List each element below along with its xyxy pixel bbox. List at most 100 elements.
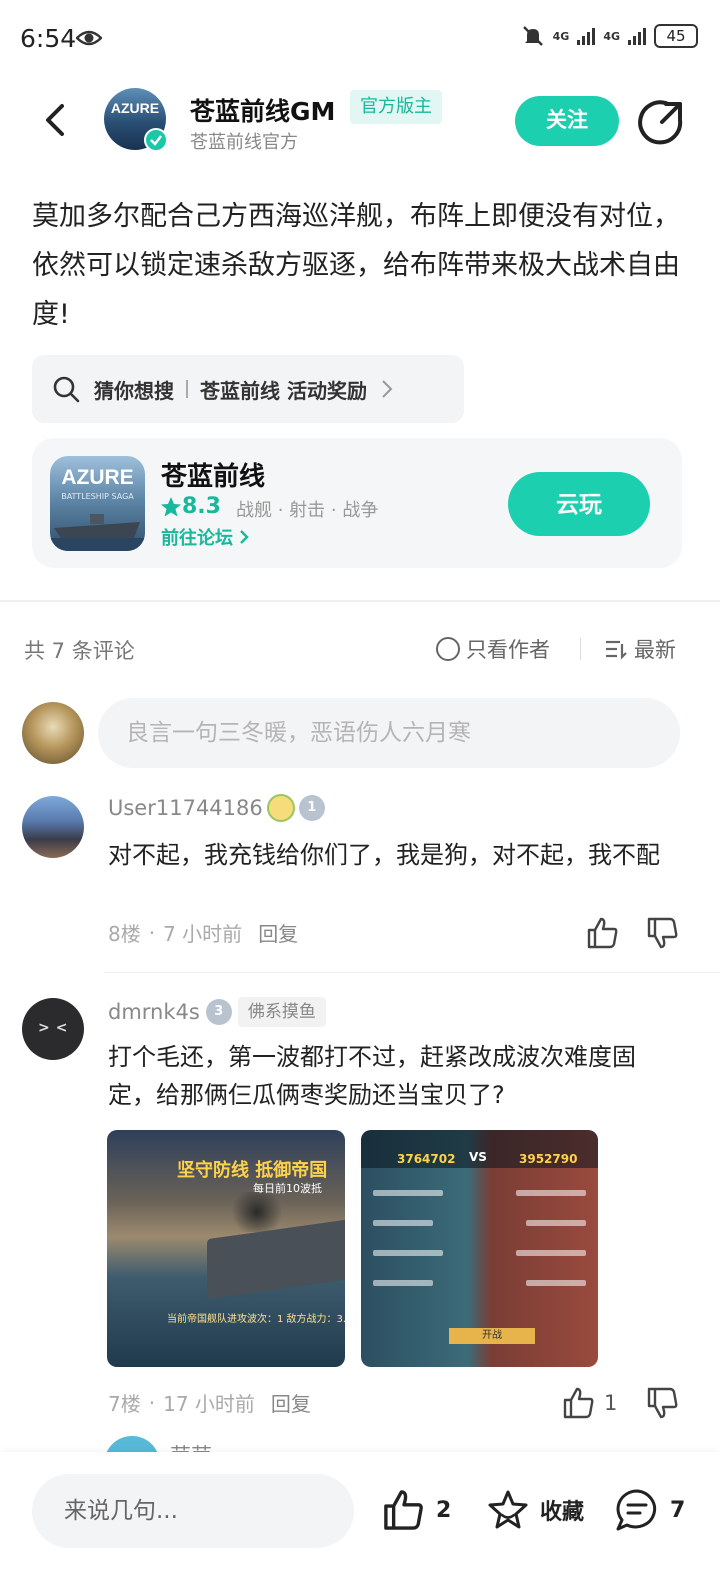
back-icon[interactable] bbox=[36, 100, 76, 140]
quick-comment-input[interactable] bbox=[32, 1474, 354, 1548]
comment-text: 打个毛还，第一波都打不过，赶紧改成波次难度固定，给那俩仨瓜俩枣奖励还当宝贝了? bbox=[108, 1043, 636, 1109]
comment-icon bbox=[616, 1489, 657, 1531]
comment-image[interactable]: 坚守防线 抵御帝国 每日前10波抵 当前帝国舰队进攻波次：1 敌方战力：3.1万 bbox=[107, 1130, 345, 1367]
network-type-1: 4G bbox=[552, 29, 570, 43]
author-subtitle: 苍蓝前线官方 bbox=[190, 132, 298, 153]
comment-meta-row: 7楼 · 17 小时前 回复 bbox=[108, 1388, 311, 1417]
comment-total: 7 bbox=[670, 1497, 686, 1523]
fleet-row bbox=[516, 1250, 586, 1256]
status-bar: 6:54 4G 4G 45 bbox=[0, 0, 720, 80]
level-badge-icon: 1 bbox=[298, 795, 325, 821]
header-separator bbox=[580, 638, 581, 660]
level-badge-icon: 3 bbox=[205, 999, 232, 1025]
reply-button[interactable]: 回复 bbox=[258, 918, 298, 947]
emoji-badge-icon bbox=[266, 794, 295, 822]
star-icon bbox=[161, 497, 181, 517]
mute-icon bbox=[522, 26, 543, 46]
author-only-label: 只看作者 bbox=[466, 638, 550, 662]
radio-icon bbox=[436, 637, 460, 661]
thumb-up-icon bbox=[563, 1387, 594, 1419]
moderator-badge: 官方版主 bbox=[350, 90, 442, 124]
search-suggestion[interactable]: 猜你想搜 苍蓝前线 活动奖励 bbox=[32, 355, 464, 423]
author-name[interactable]: 苍蓝前线GM bbox=[190, 92, 335, 128]
image-smoke bbox=[227, 1192, 287, 1232]
game-icon-logo: AZURE bbox=[61, 466, 134, 489]
battle-button: 开战 bbox=[449, 1328, 535, 1344]
comment-count: 共 7 条评论 bbox=[24, 639, 135, 663]
thumb-down-icon[interactable] bbox=[646, 1386, 680, 1420]
thumb-down-icon[interactable] bbox=[646, 916, 680, 950]
left-power: 3764702 bbox=[397, 1152, 456, 1166]
game-icon-sub: BATTLESHIP SAGA bbox=[61, 492, 134, 501]
sort-icon bbox=[606, 640, 627, 660]
eye-icon bbox=[76, 30, 102, 46]
commenter-avatar[interactable]: >< bbox=[22, 998, 84, 1060]
comment-floor: 7楼 bbox=[108, 1392, 141, 1416]
battery-indicator: 45 bbox=[654, 24, 698, 48]
game-tags: 战舰 · 射击 · 战争 bbox=[236, 500, 379, 521]
fleet-row bbox=[373, 1250, 443, 1256]
fleet-row bbox=[373, 1280, 433, 1286]
author-avatar-logo: AZURE bbox=[110, 100, 160, 116]
comment-meta-row: 8楼 · 7 小时前 回复 bbox=[108, 918, 298, 947]
status-indicators: 4G 4G 45 bbox=[521, 24, 698, 48]
comment-input[interactable] bbox=[98, 698, 680, 768]
comment-text: 对不起，我充钱给你们了，我是狗，对不起，我不配 bbox=[108, 841, 660, 869]
comment-divider bbox=[104, 972, 720, 973]
network-type-2: 4G bbox=[603, 29, 620, 43]
thumb-up-icon[interactable] bbox=[586, 916, 620, 950]
signal-bars-2 bbox=[628, 27, 646, 45]
vs-label: VS bbox=[469, 1150, 487, 1164]
commenter-name[interactable]: dmrnk4s bbox=[108, 1000, 200, 1024]
game-icon[interactable]: AZURE BATTLESHIP SAGA bbox=[50, 456, 145, 551]
meta-dot: · bbox=[148, 1390, 156, 1415]
signal-bars-1 bbox=[577, 27, 596, 45]
sort-latest-label: 最新 bbox=[634, 638, 676, 662]
forum-link[interactable]: 前往论坛 bbox=[161, 524, 249, 550]
chevron-right-icon bbox=[382, 380, 393, 398]
thumb-up-icon bbox=[384, 1490, 423, 1530]
fleet-row bbox=[526, 1220, 586, 1226]
comment-image[interactable]: 3764702 VS 3952790 开战 bbox=[361, 1130, 598, 1367]
reply-button[interactable]: 回复 bbox=[271, 1388, 311, 1417]
commenter-name[interactable]: User11744186 bbox=[108, 796, 263, 820]
follow-button[interactable]: 关注 bbox=[515, 96, 619, 146]
sort-latest-button[interactable]: 最新 bbox=[604, 634, 676, 664]
cloud-play-button[interactable]: 云玩 bbox=[508, 472, 650, 536]
favorite-label: 收藏 bbox=[540, 1500, 585, 1525]
image-banner: 坚守防线 抵御帝国 bbox=[177, 1160, 328, 1181]
like-post-button[interactable]: 2 bbox=[382, 1488, 451, 1532]
favorite-button[interactable]: 收藏 bbox=[486, 1488, 584, 1532]
right-power: 3952790 bbox=[519, 1152, 578, 1166]
fleet-row bbox=[373, 1220, 433, 1226]
fleet-row bbox=[373, 1190, 443, 1196]
forum-link-label: 前往论坛 bbox=[161, 528, 233, 549]
like-count: 1 bbox=[604, 1391, 618, 1415]
verified-icon bbox=[144, 128, 168, 152]
search-separator bbox=[186, 380, 188, 398]
post-body: 莫加多尔配合己方西海巡洋舰，布阵上即便没有对位，依然可以锁定速杀敌方驱逐，给布阵… bbox=[32, 201, 680, 330]
commenter-avatar[interactable] bbox=[22, 796, 84, 858]
fleet-row bbox=[516, 1190, 586, 1196]
section-divider bbox=[0, 600, 720, 602]
author-only-toggle[interactable]: 只看作者 bbox=[436, 634, 550, 664]
comment-floor: 8楼 bbox=[108, 922, 141, 946]
search-suggestion-query: 苍蓝前线 活动奖励 bbox=[200, 378, 367, 403]
comment-user-row: dmrnk4s 3 佛系摸鱼 bbox=[108, 997, 326, 1027]
user-title-tag: 佛系摸鱼 bbox=[237, 997, 326, 1027]
game-rating: 8.3 bbox=[182, 494, 221, 519]
comment-like[interactable]: 1 bbox=[562, 1386, 617, 1420]
comment-time: 17 小时前 bbox=[163, 1392, 255, 1416]
image-caption: 当前帝国舰队进攻波次：1 敌方战力：3.1万 bbox=[167, 1314, 345, 1325]
comments-button[interactable]: 7 bbox=[614, 1488, 685, 1532]
avatar-face: >< bbox=[38, 1020, 74, 1036]
share-icon[interactable] bbox=[638, 98, 686, 146]
search-suggestion-label: 猜你想搜 bbox=[94, 378, 174, 403]
comment-time: 7 小时前 bbox=[163, 922, 243, 946]
my-avatar[interactable] bbox=[22, 702, 84, 764]
comment-user-row: User11744186 1 bbox=[108, 794, 325, 822]
meta-dot: · bbox=[148, 920, 156, 945]
game-title[interactable]: 苍蓝前线 bbox=[161, 456, 265, 493]
fleet-row bbox=[526, 1280, 586, 1286]
post-like-count: 2 bbox=[436, 1497, 452, 1523]
